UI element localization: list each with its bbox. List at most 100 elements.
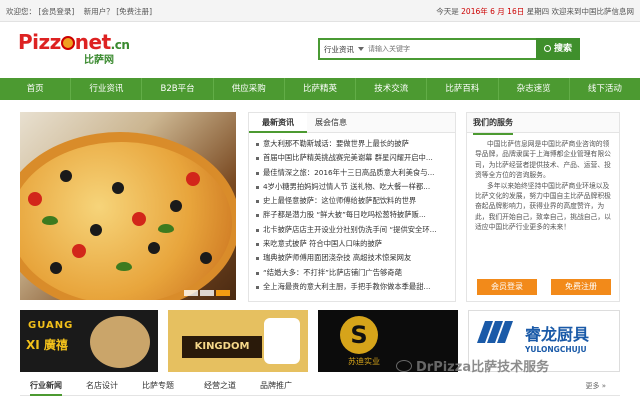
logo-word-c: .cn [110, 38, 130, 52]
tab-industry-news[interactable]: 行业新闻 [30, 376, 62, 396]
service-title: 我们的服务 [473, 113, 513, 135]
site-logo[interactable]: Pizz net.cn 比萨网 [18, 30, 138, 66]
news-tabs: 最新资讯 展会信息 [249, 113, 455, 133]
wechat-icon [396, 360, 412, 372]
ad-food-plate [90, 316, 150, 368]
olive [112, 182, 124, 194]
nav-item-tech[interactable]: 技术交流 [355, 78, 426, 100]
nav-item-industry-news[interactable]: 行业资讯 [70, 78, 141, 100]
carousel-pager [184, 290, 230, 296]
weekday-text: 星期四 [526, 7, 550, 16]
basil-leaf [158, 224, 174, 233]
free-register-button[interactable]: 免费注册 [551, 279, 611, 295]
ad-guangxi-cn: XI 廣禧 [26, 338, 68, 352]
carousel-dot[interactable] [184, 290, 198, 296]
service-paragraph: 多年以来始终坚持中国比萨商业环境以及比萨文化的发展，努力中国自主比萨品牌积极奋起… [475, 181, 611, 232]
tab-pizza-topics[interactable]: 比萨专题 [142, 376, 174, 396]
bottom-tabs: 行业新闻 名店设计 比萨专题 经营之道 品牌推广 更多 » [20, 376, 620, 396]
service-description: 中国比萨信息网是中国比萨商业咨询的领导品牌，品牌隶属于上海博都企业管理有限公司，… [475, 139, 613, 233]
main-nav: 首页 行业资讯 B2B平台 供应采购 比萨精英 技术交流 比萨百科 杂志速览 线… [0, 78, 640, 100]
basil-leaf [42, 216, 58, 225]
ad-yulong-brand: 睿龙厨具 [525, 325, 590, 344]
news-item[interactable]: 意大利那不勒斯城话：要做世界上最长的披萨 [255, 137, 453, 151]
nav-item-supply[interactable]: 供应采购 [212, 78, 284, 100]
ad-coffee-cup [264, 318, 300, 364]
tab-business-way[interactable]: 经营之道 [204, 376, 236, 396]
news-item[interactable]: 瑞典披萨师傅用面团浇杂技 高超技术惊呆网友 [255, 251, 453, 265]
pizza-icon [60, 36, 75, 50]
yulong-logo-icon [476, 321, 514, 343]
news-item[interactable]: 北卡披萨店店主开设业分社别伪洗手间 “提供安全环... [255, 223, 453, 237]
tomato [28, 192, 42, 206]
news-item[interactable]: 全上海最贵的意大利主厨，手把手教你做本季最甜... [255, 280, 453, 294]
date-prefix: 今天是 [436, 7, 459, 16]
news-panel: 最新资讯 展会信息 意大利那不勒斯城话：要做世界上最长的披萨 首届中国比萨精英挑… [248, 112, 456, 302]
news-item[interactable]: “结婚大多：不打拌”比萨店铺门广告够奇葩 [255, 266, 453, 280]
ad-sudi-text: 苏迪实业 [348, 357, 380, 366]
olive [148, 242, 160, 254]
tab-latest-news[interactable]: 最新资讯 [249, 113, 307, 133]
logo-word-a: Pizz [18, 30, 61, 54]
service-buttons: 会员登录 免费注册 [477, 279, 611, 295]
search-button-label: 搜索 [553, 44, 572, 54]
olive [50, 262, 62, 274]
olive [90, 224, 102, 236]
top-bar: 欢迎您： [会员登录] 新用户？ [免费注册] 今天是 2016年 6 月 16… [0, 0, 640, 22]
top-bar-left: 欢迎您： [会员登录] 新用户？ [免费注册] [6, 6, 152, 17]
logo-subtitle: 比萨网 [84, 55, 114, 66]
ad-kingdom[interactable]: KINGDOM [168, 310, 308, 372]
tab-exhibition-info[interactable]: 展会信息 [315, 113, 347, 133]
carousel-dot[interactable] [200, 290, 214, 296]
ad-sudi-logo: S [340, 316, 378, 354]
tomato [186, 172, 200, 186]
nav-item-home[interactable]: 首页 [0, 78, 70, 100]
new-user-text: 新用户？ [83, 7, 114, 16]
nav-item-wiki[interactable]: 比萨百科 [426, 78, 497, 100]
nav-item-events[interactable]: 线下活动 [568, 78, 640, 100]
ad-yulong-en: YULONGCHUJU [525, 345, 587, 354]
nav-item-elite[interactable]: 比萨精英 [283, 78, 355, 100]
member-login-link[interactable]: [会员登录] [38, 7, 74, 16]
search-category-select[interactable]: 行业资讯 [324, 44, 354, 55]
basil-leaf [116, 262, 132, 271]
news-item[interactable]: 最佳情深之旅：2016年十三日高品质意大利美食与... [255, 166, 453, 180]
news-item[interactable]: 4岁小糖男拍妈妈过情人节 送礼物、吃大餐一样都... [255, 180, 453, 194]
free-register-link[interactable]: [免费注册] [116, 7, 152, 16]
tomato [132, 212, 146, 226]
news-item[interactable]: 史上最怪意披萨：这位师傅给披萨配饮料的世界 [255, 194, 453, 208]
ad-guangxi[interactable]: GUANG XI 廣禧 [20, 310, 158, 372]
service-paragraph: 中国比萨信息网是中国比萨商业咨询的领导品牌，品牌隶属于上海博都企业管理有限公司，… [475, 140, 611, 180]
nav-item-b2b[interactable]: B2B平台 [141, 78, 212, 100]
news-item[interactable]: 胖子都是潜力股 “鲜大披”每日吃吗松葱特披萨贩... [255, 208, 453, 222]
tomato [72, 244, 86, 258]
carousel-dot-active[interactable] [216, 290, 230, 296]
search-input[interactable] [368, 42, 518, 56]
ad-kingdom-text: KINGDOM [182, 336, 262, 358]
news-item[interactable]: 首届中国比萨精英挑战赛完美谢幕 群星闪耀开启中... [255, 151, 453, 165]
tab-brand-promo[interactable]: 品牌推广 [260, 376, 292, 396]
logo-wordmark: Pizz net.cn [18, 30, 138, 54]
nav-item-magazine[interactable]: 杂志速览 [497, 78, 569, 100]
news-item[interactable]: 来吃意式披萨 符合中国人口味的披萨 [255, 237, 453, 251]
search-button[interactable]: 搜索 [536, 38, 580, 60]
news-list: 意大利那不勒斯城话：要做世界上最长的披萨 首届中国比萨精英挑战赛完美谢幕 群星闪… [255, 137, 453, 294]
watermark-text: DrPizza比萨技术服务 [416, 360, 550, 375]
service-panel: 我们的服务 中国比萨信息网是中国比萨商业咨询的领导品牌，品牌隶属于上海博都企业管… [466, 112, 620, 302]
search-icon [543, 45, 551, 52]
more-link[interactable]: 更多 » [585, 376, 606, 396]
search-box: 行业资讯 搜索 [318, 38, 580, 60]
tab-store-design[interactable]: 名店设计 [86, 376, 118, 396]
top-bar-right: 今天是 2016年 6 月 16日 星期四 欢迎来到中国比萨信息网 [436, 6, 634, 17]
chevron-down-icon [358, 47, 364, 51]
date-text: 2016年 6 月 16日 [461, 7, 525, 16]
welcome-right-text: 欢迎来到中国比萨信息网 [551, 7, 635, 16]
pizza-banner-image[interactable] [20, 112, 236, 300]
olive [170, 200, 182, 212]
ad-guangxi-en: GUANG [28, 320, 74, 331]
service-header: 我们的服务 [467, 113, 619, 135]
olive [200, 252, 212, 264]
olive [60, 170, 72, 182]
member-login-button[interactable]: 会员登录 [477, 279, 537, 295]
welcome-text: 欢迎您： [6, 7, 36, 16]
watermark: DrPizza比萨技术服务 [396, 356, 549, 375]
